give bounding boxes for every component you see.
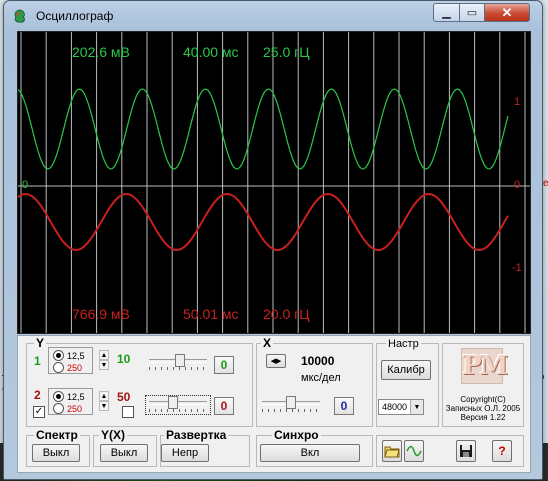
ch1-range-b-label: 250	[67, 362, 83, 373]
ch1-trace	[18, 88, 509, 170]
close-icon: ✕	[501, 4, 513, 20]
sweep-group-label: Развертка	[164, 428, 229, 442]
help-button[interactable]: ?	[492, 440, 512, 462]
ch2-range-a-label: 12,5	[67, 391, 85, 402]
title-bar[interactable]: Осциллограф ▁ ▭ ✕	[4, 1, 542, 31]
scope-display: 202.6 мВ 40.00 мс 25.0 гЦ 766.9 мВ 50.01…	[17, 31, 531, 334]
ch1-voltage-readout: 202.6 мВ	[72, 44, 130, 60]
y-group-label: Y	[34, 336, 47, 350]
ch2-range-b-label: 250	[67, 403, 83, 414]
minimize-icon: ▁	[442, 7, 451, 19]
scope-plot	[18, 32, 530, 333]
x-offset-button[interactable]: 0	[334, 397, 354, 415]
ch1-slider-thumb[interactable]	[175, 354, 185, 367]
ch2-gain-spinner[interactable]: ▲ ▼	[99, 391, 109, 413]
ch2-range-a-radio[interactable]: 12,5	[53, 391, 85, 402]
sweep-button[interactable]: Непр	[161, 444, 209, 462]
ch2-gain-value: 50	[117, 390, 131, 404]
calibrate-button[interactable]: Калибр	[381, 360, 431, 380]
ch2-enable-checkbox[interactable]: ✓	[33, 406, 45, 418]
ch1-label: 1	[34, 354, 41, 368]
sample-rate-select[interactable]: 48000 ▼	[378, 399, 424, 415]
copyright-line2: Записных О.Л. 2005	[445, 404, 521, 413]
ch1-gain-value: 10	[117, 352, 131, 366]
app-icon	[14, 9, 25, 23]
ch2-frequency-readout: 20.0 гЦ	[263, 306, 310, 322]
x-scale-value: 10000	[301, 354, 335, 368]
waveform-button[interactable]	[404, 440, 424, 462]
ch1-frequency-readout: 25.0 гЦ	[263, 44, 310, 60]
oscilloscope-window: Осциллограф ▁ ▭ ✕ 202.6 мВ 40.00 мс 25.0…	[3, 0, 543, 480]
ch1-offset-slider[interactable]	[149, 354, 207, 370]
ch1-offset-button[interactable]: 0	[214, 356, 234, 374]
help-icon: ?	[498, 444, 506, 458]
x-group-label: X	[261, 336, 274, 350]
copyright-line1: Copyright(C)	[460, 395, 506, 404]
minimize-button[interactable]: ▁	[433, 3, 460, 22]
chevron-down-icon: ▼	[410, 400, 423, 414]
yx-button[interactable]: Выкл	[100, 444, 148, 462]
ch2-label: 2	[34, 388, 41, 402]
control-panel: Y 1 12,5 250 ▲ ▼ 10 0 2 12,5 250 ✓ ▲ ▼ 50 …	[17, 335, 531, 473]
x-slider-thumb[interactable]	[286, 396, 296, 409]
ch1-range-b-radio[interactable]: 250	[53, 362, 82, 373]
folder-icon	[384, 446, 400, 458]
x-scale-unit: мкс/дел	[301, 372, 341, 384]
spectrum-button[interactable]: Выкл	[32, 444, 80, 462]
yx-group-label: Y(X)	[99, 428, 127, 442]
wave-icon	[406, 445, 422, 457]
x-scale-spinner[interactable]: ◀▶	[266, 354, 286, 368]
ch2-offset-button[interactable]: 0	[214, 397, 234, 415]
sync-button[interactable]: Вкл	[260, 444, 360, 462]
scale-zero-left: 0	[22, 179, 29, 191]
spectrum-group-label: Спектр	[34, 428, 80, 442]
ch1-gain-spinner[interactable]: ▲ ▼	[99, 350, 109, 372]
settings-group-label: Настр	[386, 338, 421, 350]
x-offset-slider[interactable]	[262, 396, 320, 412]
ch2-invert-checkbox[interactable]	[122, 406, 134, 418]
maximize-icon: ▭	[466, 7, 478, 19]
scale-minus1: -1	[512, 262, 522, 274]
ch2-slider-thumb[interactable]	[168, 396, 178, 409]
open-folder-button[interactable]	[382, 440, 402, 462]
sample-rate-value: 48000	[382, 402, 408, 412]
scale-zero-right: 0	[514, 179, 521, 191]
ch1-period-readout: 40.00 мс	[183, 44, 239, 60]
ch2-period-readout: 50.01 мс	[183, 306, 239, 322]
floppy-disk-icon	[460, 445, 472, 457]
ch2-trace	[18, 192, 509, 252]
maximize-button[interactable]: ▭	[459, 3, 485, 22]
copyright-line3: Версия 1.22	[460, 413, 506, 422]
window-title: Осциллограф	[36, 9, 114, 23]
close-button[interactable]: ✕	[484, 3, 530, 22]
ch1-range-a-label: 12,5	[67, 350, 85, 361]
ch2-voltage-readout: 766.9 мВ	[72, 306, 130, 322]
ch2-offset-slider[interactable]	[145, 395, 211, 415]
ch2-range-b-radio[interactable]: 250	[53, 403, 82, 414]
ch1-range-a-radio[interactable]: 12,5	[53, 350, 85, 361]
save-button[interactable]	[456, 440, 476, 462]
sync-group-label: Синхро	[272, 428, 321, 442]
logo: PM	[461, 348, 508, 384]
scale-plus1: 1	[514, 96, 521, 108]
